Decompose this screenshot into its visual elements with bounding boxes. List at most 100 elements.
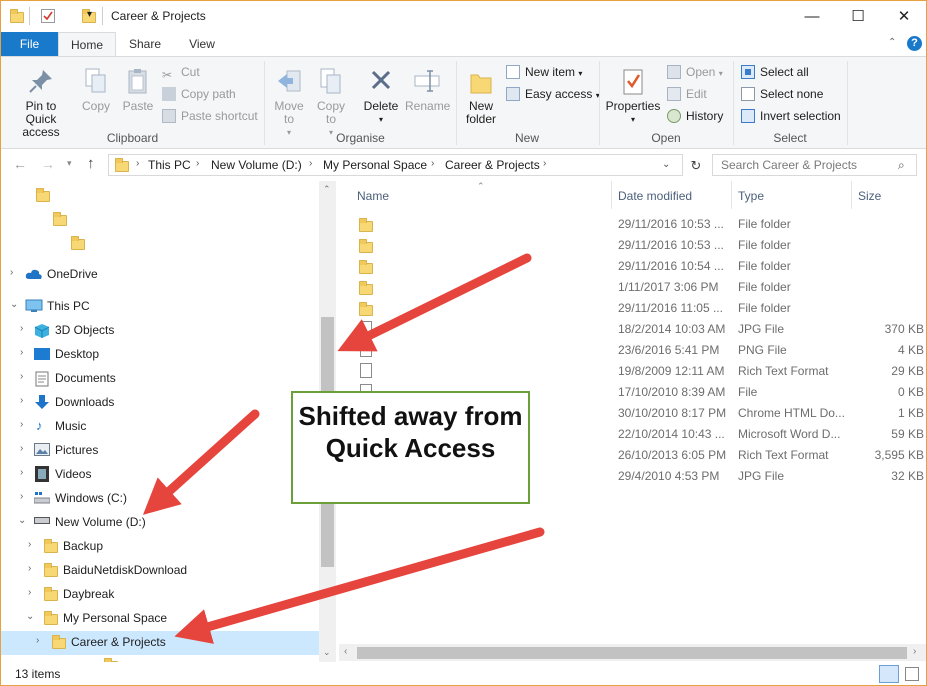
address-bar[interactable]: › This PC › New Volume (D:) › My Persona… [108, 154, 683, 176]
help-icon[interactable]: ? [907, 36, 922, 51]
details-view-icon[interactable] [879, 665, 899, 683]
paste-button[interactable]: Paste [119, 67, 157, 113]
maximize-button[interactable]: ☐ [835, 1, 881, 31]
breadcrumb-my-personal-space[interactable]: My Personal Space [323, 158, 427, 172]
column-header-name[interactable]: Name [357, 189, 389, 203]
move-to-button[interactable]: Move to ▾ [270, 67, 308, 139]
tree-item-career-projects[interactable]: › Career & Projects [1, 631, 319, 653]
tree-item-new-volume-d[interactable]: ⌄ New Volume (D:) [1, 511, 319, 533]
expand-arrow-icon[interactable]: › [20, 371, 23, 382]
properties-quick-icon[interactable] [41, 9, 55, 23]
expand-arrow-icon[interactable]: › [20, 419, 23, 430]
pinned-folder-icon[interactable] [53, 212, 68, 226]
pinned-folder-icon[interactable] [70, 236, 85, 250]
invert-selection-button[interactable]: Invert selection [741, 109, 841, 123]
scroll-down-icon[interactable]: ⌄ [323, 647, 331, 658]
table-row[interactable]: 29/11/2016 11:05 ... File folder [339, 298, 926, 319]
expand-arrow-icon[interactable]: › [20, 443, 23, 454]
pinned-folder-icon[interactable] [36, 188, 50, 202]
cut-button[interactable]: ✂ Cut [162, 65, 200, 82]
expand-arrow-icon[interactable]: › [20, 395, 23, 406]
collapse-arrow-icon[interactable]: ⌄ [18, 515, 26, 526]
address-dropdown-icon[interactable]: ⌄ [662, 159, 670, 170]
collapse-arrow-icon[interactable]: ⌄ [10, 299, 18, 310]
refresh-icon[interactable]: ↻ [685, 158, 707, 174]
tree-item-baidunetdiskdownload[interactable]: › BaiduNetdiskDownload [1, 559, 319, 581]
expand-arrow-icon[interactable]: › [28, 539, 31, 550]
delete-button[interactable]: Delete ▾ [362, 67, 400, 126]
tree-item-downloads[interactable]: › Downloads [1, 391, 319, 413]
search-icon[interactable]: ⌕ [898, 158, 905, 173]
paste-shortcut-button[interactable]: Paste shortcut [162, 109, 258, 123]
forward-icon[interactable]: → [41, 156, 55, 172]
expand-arrow-icon[interactable]: › [20, 467, 23, 478]
tree-item-documents[interactable]: › Documents [1, 367, 319, 389]
divider[interactable] [611, 181, 612, 209]
tree-item-onedrive[interactable]: › OneDrive [1, 263, 319, 285]
breadcrumb-career-projects[interactable]: Career & Projects [445, 158, 540, 172]
tree-item-backup[interactable]: › Backup [1, 535, 319, 557]
divider[interactable] [851, 181, 852, 209]
collapse-ribbon-icon[interactable]: ⌃ [888, 37, 896, 48]
expand-arrow-icon[interactable]: › [20, 323, 23, 334]
copy-path-button[interactable]: Copy path [162, 87, 236, 101]
breadcrumb-this-pc[interactable]: This PC [148, 158, 191, 172]
table-row[interactable]: 29/11/2016 10:54 ... File folder [339, 256, 926, 277]
chevron-right-icon[interactable]: › [309, 158, 312, 169]
select-all-button[interactable]: Select all [741, 65, 809, 79]
tree-item-desktop[interactable]: › Desktop [1, 343, 319, 365]
back-icon[interactable]: ← [13, 156, 27, 172]
horizontal-scrollbar-thumb[interactable] [357, 647, 907, 659]
tab-share[interactable]: Share [116, 32, 174, 56]
minimize-button[interactable]: — [789, 1, 835, 31]
open-button[interactable]: Open ▾ [667, 65, 723, 79]
column-header-date[interactable]: Date modified [618, 189, 692, 203]
recent-locations-icon[interactable]: ▾ [67, 158, 72, 169]
pin-quick-access-button[interactable]: Pin to Quick access [5, 67, 77, 139]
table-row[interactable]: 23/6/2016 5:41 PM PNG File 4 KB [339, 340, 926, 361]
tree-item-my-personal-space[interactable]: ⌄ My Personal Space [1, 607, 319, 629]
select-none-button[interactable]: Select none [741, 87, 823, 101]
new-folder-button[interactable]: New folder [460, 67, 502, 126]
chevron-right-icon[interactable]: › [431, 158, 434, 169]
customize-toolbar-icon[interactable]: ▾ [87, 9, 92, 20]
tab-view[interactable]: View [174, 32, 230, 56]
chevron-right-icon[interactable]: › [196, 158, 199, 169]
easy-access-button[interactable]: Easy access ▾ [506, 87, 600, 101]
table-row[interactable]: 29/11/2016 10:53 ... File folder [339, 214, 926, 235]
tree-item-videos[interactable]: › Videos [1, 463, 319, 485]
new-item-button[interactable]: New item ▾ [506, 65, 582, 79]
history-button[interactable]: History [667, 109, 723, 123]
large-icons-view-icon[interactable] [905, 667, 919, 681]
divider[interactable] [731, 181, 732, 209]
table-row[interactable]: 19/8/2009 12:11 AM Rich Text Format 29 KB [339, 361, 926, 382]
tree-item-windows-c[interactable]: › Windows (C:) [1, 487, 319, 509]
tree-item-this-pc[interactable]: ⌄ This PC [1, 295, 319, 317]
edit-button[interactable]: Edit [667, 87, 707, 101]
collapse-arrow-icon[interactable]: ⌄ [26, 611, 34, 622]
expand-arrow-icon[interactable]: › [28, 587, 31, 598]
scroll-up-icon[interactable]: ⌃ [323, 184, 331, 195]
tree-item-pictures[interactable]: › Pictures [1, 439, 319, 461]
up-icon[interactable]: ↑ [87, 155, 95, 172]
search-input[interactable]: Search Career & Projects [721, 158, 857, 172]
scroll-left-icon[interactable]: ‹ [344, 646, 347, 657]
table-row[interactable]: 29/11/2016 10:53 ... File folder [339, 235, 926, 256]
expand-arrow-icon[interactable]: › [10, 267, 13, 278]
copy-to-button[interactable]: Copy to ▾ [312, 67, 350, 139]
search-box[interactable]: Search Career & Projects ⌕ [712, 154, 917, 176]
column-header-size[interactable]: Size [858, 189, 881, 203]
expand-arrow-icon[interactable]: › [28, 563, 31, 574]
chevron-right-icon[interactable]: › [543, 158, 546, 169]
tree-item-music[interactable]: › ♪ Music [1, 415, 319, 437]
column-header-type[interactable]: Type [738, 189, 764, 203]
scroll-right-icon[interactable]: › [913, 646, 916, 657]
close-button[interactable]: ✕ [881, 1, 926, 31]
properties-button[interactable]: Properties ▾ [605, 67, 661, 126]
expand-arrow-icon[interactable]: › [36, 635, 39, 646]
tab-home[interactable]: Home [58, 32, 116, 56]
tree-item-3d-objects[interactable]: › 3D Objects [1, 319, 319, 341]
copy-button[interactable]: Copy [78, 67, 114, 113]
tree-item-daybreak[interactable]: › Daybreak [1, 583, 319, 605]
expand-arrow-icon[interactable]: › [20, 491, 23, 502]
